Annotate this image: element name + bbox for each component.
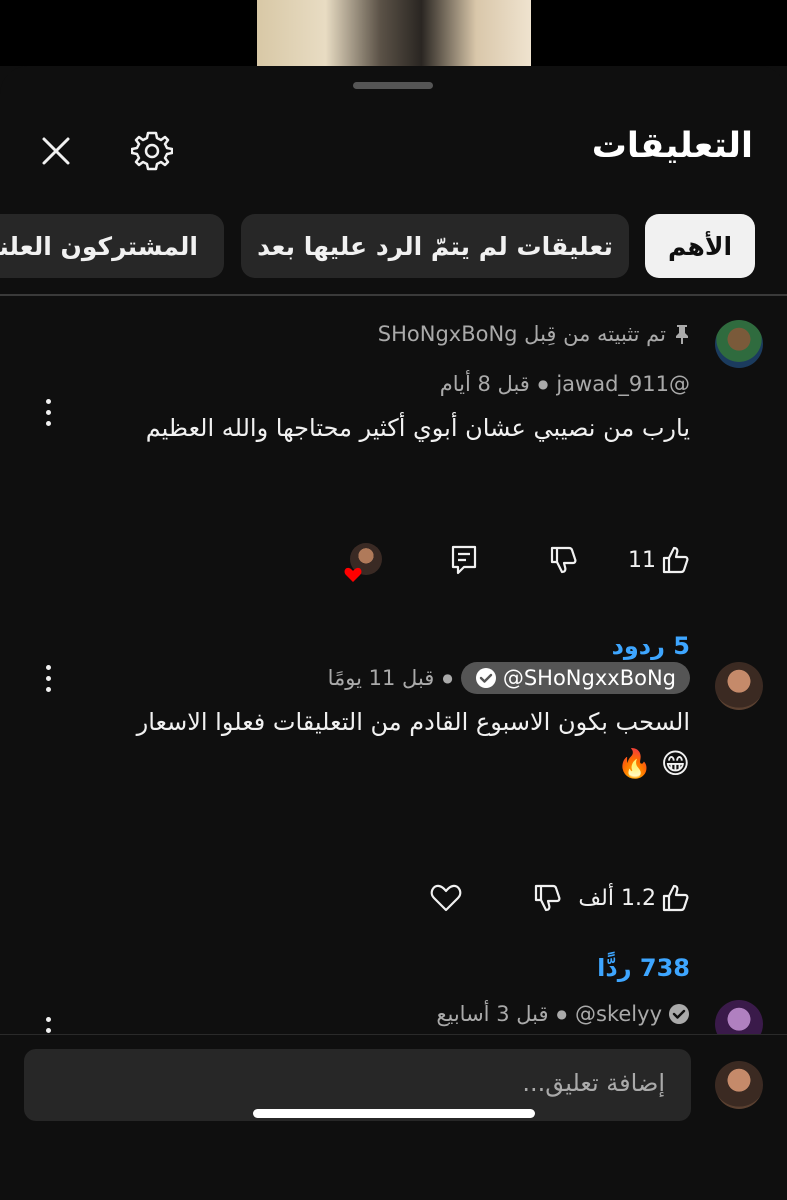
chip-unreplied[interactable]: تعليقات لم يتمّ الرد عليها بعد xyxy=(241,214,629,278)
comment-meta: @SHoNgxxBoNg ● قبل 11 يومًا xyxy=(328,662,690,694)
avatar[interactable] xyxy=(715,320,763,368)
kebab-dot xyxy=(45,675,51,681)
video-player[interactable] xyxy=(0,0,787,66)
reply-button[interactable] xyxy=(450,540,478,580)
pinned-text: تم تثبيته من قِبل SHoNgxBoNg xyxy=(377,322,666,346)
chip-public-subscribers[interactable]: المشتركون العلنيو xyxy=(0,214,224,278)
video-frame xyxy=(257,0,531,66)
comment-actions: 1.2 ألف xyxy=(90,878,690,918)
divider xyxy=(0,294,787,296)
home-indicator[interactable] xyxy=(253,1109,535,1118)
comment-composer: إضافة تعليق... xyxy=(0,1034,787,1134)
author-handle: @SHoNgxxBoNg xyxy=(502,666,676,690)
comments-sheet: التعليقات الأهم تعليقات لم يتمّ الرد علي… xyxy=(0,66,787,1200)
filter-chips: الأهم تعليقات لم يتمّ الرد عليها بعد الم… xyxy=(0,214,787,280)
user-avatar[interactable] xyxy=(715,1061,763,1109)
close-icon xyxy=(42,137,70,165)
drag-handle[interactable] xyxy=(353,82,433,89)
pinned-label: تم تثبيته من قِبل SHoNgxBoNg xyxy=(378,322,690,346)
kebab-dot xyxy=(45,664,51,670)
dislike-button[interactable] xyxy=(548,540,578,580)
view-replies-link[interactable]: 738 ردًّا xyxy=(597,954,690,982)
close-button[interactable] xyxy=(34,129,78,173)
like-count: 1.2 ألف xyxy=(578,885,656,911)
comment-meta: @jawad_911 ● قبل 8 أيام xyxy=(440,372,690,396)
comment-item: @skelyy ● قبل 3 أسابيع xyxy=(0,996,787,1048)
timestamp: قبل 8 أيام xyxy=(439,372,530,396)
thumbs-up-icon xyxy=(662,884,689,912)
thumbs-down-icon xyxy=(550,546,577,574)
creator-heart xyxy=(344,540,382,582)
more-options-button[interactable] xyxy=(36,658,60,698)
verified-icon xyxy=(475,668,496,688)
author-handle-wrap[interactable]: @skelyy xyxy=(575,1002,690,1026)
separator-dot: ● xyxy=(556,1007,568,1021)
separator-dot: ● xyxy=(537,377,549,391)
more-options-button[interactable] xyxy=(36,392,60,432)
kebab-dot xyxy=(45,1016,51,1022)
kebab-dot xyxy=(45,409,51,415)
avatar[interactable] xyxy=(715,662,763,710)
verified-icon xyxy=(669,1004,689,1024)
pin-icon xyxy=(676,325,688,344)
timestamp: قبل 3 أسابيع xyxy=(436,1002,549,1026)
reply-icon xyxy=(451,545,477,575)
comment-meta: @skelyy ● قبل 3 أسابيع xyxy=(436,1002,690,1026)
comment-text: السحب بكون الاسبوع القادم من التعليقات ف… xyxy=(136,708,690,736)
heart-outline-icon xyxy=(430,884,462,912)
page-title: التعليقات xyxy=(591,126,753,166)
thumbs-down-icon xyxy=(534,884,561,912)
author-handle: @skelyy xyxy=(575,1002,662,1026)
dislike-button[interactable] xyxy=(532,878,562,918)
heart-button[interactable] xyxy=(430,878,462,918)
gear-icon xyxy=(131,131,173,171)
author-handle[interactable]: @jawad_911 xyxy=(556,372,690,396)
thumbs-up-icon xyxy=(662,546,689,574)
kebab-dot xyxy=(45,420,51,426)
chip-top[interactable]: الأهم xyxy=(645,214,755,278)
like-button[interactable]: 1.2 ألف xyxy=(578,878,690,918)
comment-emoji: 😁 🔥 xyxy=(617,747,690,780)
creator-badge[interactable]: @SHoNgxxBoNg xyxy=(460,662,690,694)
comment-text: يارب من نصيبي عشان أبوي أكثير محتاجها وا… xyxy=(145,414,690,442)
settings-button[interactable] xyxy=(130,129,174,173)
kebab-dot xyxy=(45,1027,51,1033)
view-replies-link[interactable]: 5 ردود xyxy=(612,632,690,660)
comment-actions: 11 xyxy=(90,540,690,582)
kebab-dot xyxy=(45,686,51,692)
like-button[interactable]: 11 xyxy=(628,540,690,580)
separator-dot: ● xyxy=(442,671,453,685)
kebab-dot xyxy=(45,398,51,404)
heart-icon xyxy=(344,567,362,582)
timestamp: قبل 11 يومًا xyxy=(327,666,435,690)
like-count: 11 xyxy=(628,547,656,573)
